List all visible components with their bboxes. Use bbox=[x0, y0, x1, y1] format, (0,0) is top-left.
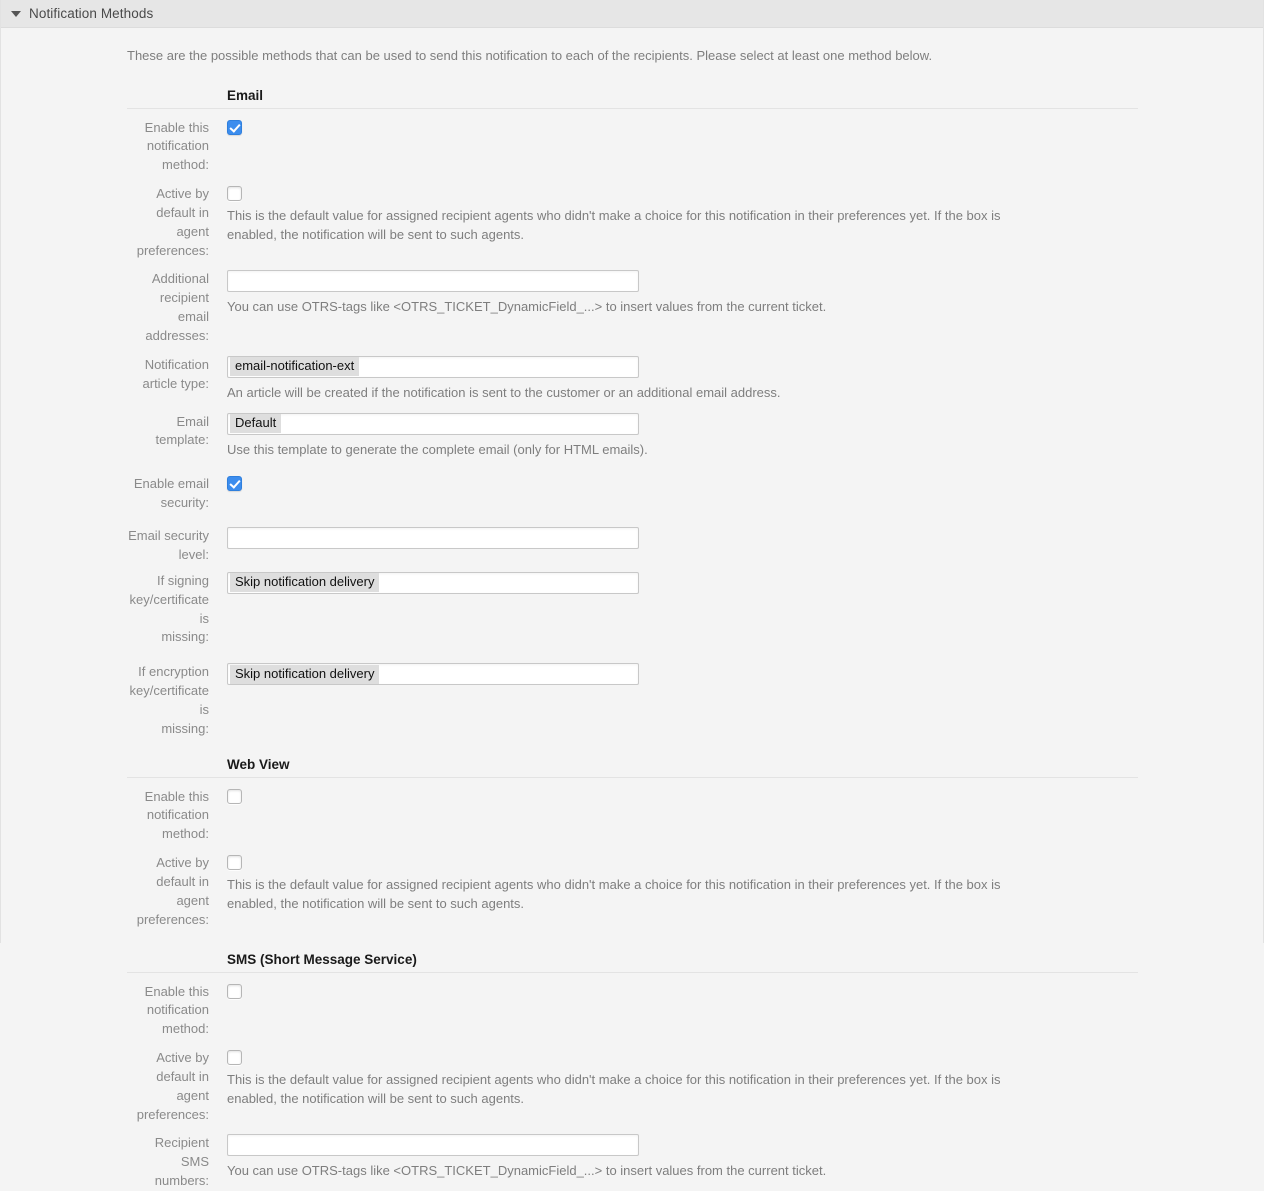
row-email-encryption-missing: If encryption key/certificate is missing… bbox=[1, 647, 1263, 738]
checkbox-email-active-default[interactable] bbox=[227, 186, 242, 202]
section-webview: Web View Enable this notification method… bbox=[1, 739, 1263, 930]
select-email-template[interactable]: Default bbox=[227, 412, 639, 435]
label-email-security-level: Email security level: bbox=[128, 528, 209, 562]
section-webview-head: Web View bbox=[1, 739, 1263, 772]
help-email-template: Use this template to generate the comple… bbox=[227, 441, 648, 457]
section-title-sms: SMS (Short Message Service) bbox=[227, 951, 417, 967]
row-email-security-enable: Enable email security: bbox=[1, 459, 1263, 513]
widget-header[interactable]: Notification Methods bbox=[1, 0, 1263, 28]
checkbox-webview-enable[interactable] bbox=[227, 788, 242, 804]
help-email-active-default: This is the default value for assigned r… bbox=[227, 208, 1001, 242]
section-email-head: Email bbox=[1, 66, 1263, 103]
select-email-signing-missing[interactable]: Skip notification delivery bbox=[227, 571, 639, 594]
triangle-down-icon[interactable] bbox=[11, 10, 21, 17]
section-title-webview: Web View bbox=[227, 756, 290, 772]
label-email-security-enable: Enable email security: bbox=[133, 476, 209, 511]
input-recipient-sms-numbers[interactable] bbox=[227, 1134, 639, 1157]
help-sms-active-default: This is the default value for assigned r… bbox=[227, 1072, 1001, 1106]
checkbox-webview-active-default[interactable] bbox=[227, 855, 242, 871]
row-email-active-default: Active by default in agent preferences: … bbox=[1, 175, 1263, 260]
label-email-enable: Enable this notification method: bbox=[144, 119, 209, 173]
checkbox-email-security-enable[interactable] bbox=[227, 476, 242, 492]
label-email-signing-missing: If signing key/certificate is missing: bbox=[129, 572, 209, 645]
label-sms-enable: Enable this notification method: bbox=[144, 983, 209, 1037]
section-email: Email Enable this notification method: A… bbox=[1, 66, 1263, 739]
label-webview-active-default: Active by default in agent preferences: bbox=[136, 855, 209, 927]
label-email-article-type: Notification article type: bbox=[142, 356, 209, 391]
selected-option-chip: Skip notification delivery bbox=[230, 664, 380, 684]
row-email-signing-missing: If signing key/certificate is missing: S… bbox=[1, 565, 1263, 647]
row-email-security-level: Email security level: bbox=[1, 513, 1263, 565]
label-email-additional-recipients: Additional recipient email addresses: bbox=[145, 271, 209, 343]
help-webview-active-default: This is the default value for assigned r… bbox=[227, 877, 1001, 911]
section-sms: SMS (Short Message Service) Enable this … bbox=[1, 930, 1263, 1191]
select-email-security-level[interactable] bbox=[227, 527, 639, 550]
section-sms-head: SMS (Short Message Service) bbox=[1, 930, 1263, 967]
row-email-article-type: Notification article type: email-notific… bbox=[1, 346, 1263, 403]
widget-body: These are the possible methods that can … bbox=[1, 28, 1263, 1191]
row-email-additional-recipients: Additional recipient email addresses: Yo… bbox=[1, 260, 1263, 345]
help-sms-recipient-numbers: You can use OTRS-tags like <OTRS_TICKET_… bbox=[227, 1163, 827, 1179]
label-sms-recipient-numbers: Recipient SMS numbers: bbox=[154, 1135, 209, 1189]
label-webview-enable: Enable this notification method: bbox=[144, 788, 209, 842]
label-sms-active-default: Active by default in agent preferences: bbox=[136, 1050, 209, 1122]
checkbox-sms-enable[interactable] bbox=[227, 983, 242, 999]
label-email-template: Email template: bbox=[155, 413, 209, 448]
row-email-template: Email template: Default Use this templat… bbox=[1, 403, 1263, 460]
checkbox-sms-active-default[interactable] bbox=[227, 1050, 242, 1066]
widget-title: Notification Methods bbox=[29, 6, 154, 21]
select-email-encryption-missing[interactable]: Skip notification delivery bbox=[227, 663, 639, 686]
help-additional-recipient-email: You can use OTRS-tags like <OTRS_TICKET_… bbox=[227, 299, 827, 315]
label-email-encryption-missing: If encryption key/certificate is missing… bbox=[129, 664, 209, 736]
selected-option-chip: email-notification-ext bbox=[230, 357, 360, 377]
row-sms-active-default: Active by default in agent preferences: … bbox=[1, 1039, 1263, 1124]
row-sms-enable: Enable this notification method: bbox=[1, 973, 1263, 1040]
row-webview-enable: Enable this notification method: bbox=[1, 778, 1263, 845]
select-notification-article-type[interactable]: email-notification-ext bbox=[227, 355, 639, 378]
help-email-article-type: An article will be created if the notifi… bbox=[227, 384, 781, 400]
row-sms-recipient-numbers: Recipient SMS numbers: You can use OTRS-… bbox=[1, 1124, 1263, 1191]
intro-text: These are the possible methods that can … bbox=[127, 48, 933, 63]
row-email-enable: Enable this notification method: bbox=[1, 109, 1263, 176]
section-title-email: Email bbox=[227, 87, 264, 103]
row-webview-active-default: Active by default in agent preferences: … bbox=[1, 844, 1263, 929]
notification-methods-widget: Notification Methods These are the possi… bbox=[0, 0, 1264, 1188]
input-additional-recipient-email[interactable] bbox=[227, 270, 639, 293]
selected-option-chip: Default bbox=[230, 414, 282, 434]
selected-option-chip: Skip notification delivery bbox=[230, 573, 380, 593]
checkbox-email-enable[interactable] bbox=[227, 119, 242, 135]
label-email-active-default: Active by default in agent preferences: bbox=[136, 186, 209, 258]
